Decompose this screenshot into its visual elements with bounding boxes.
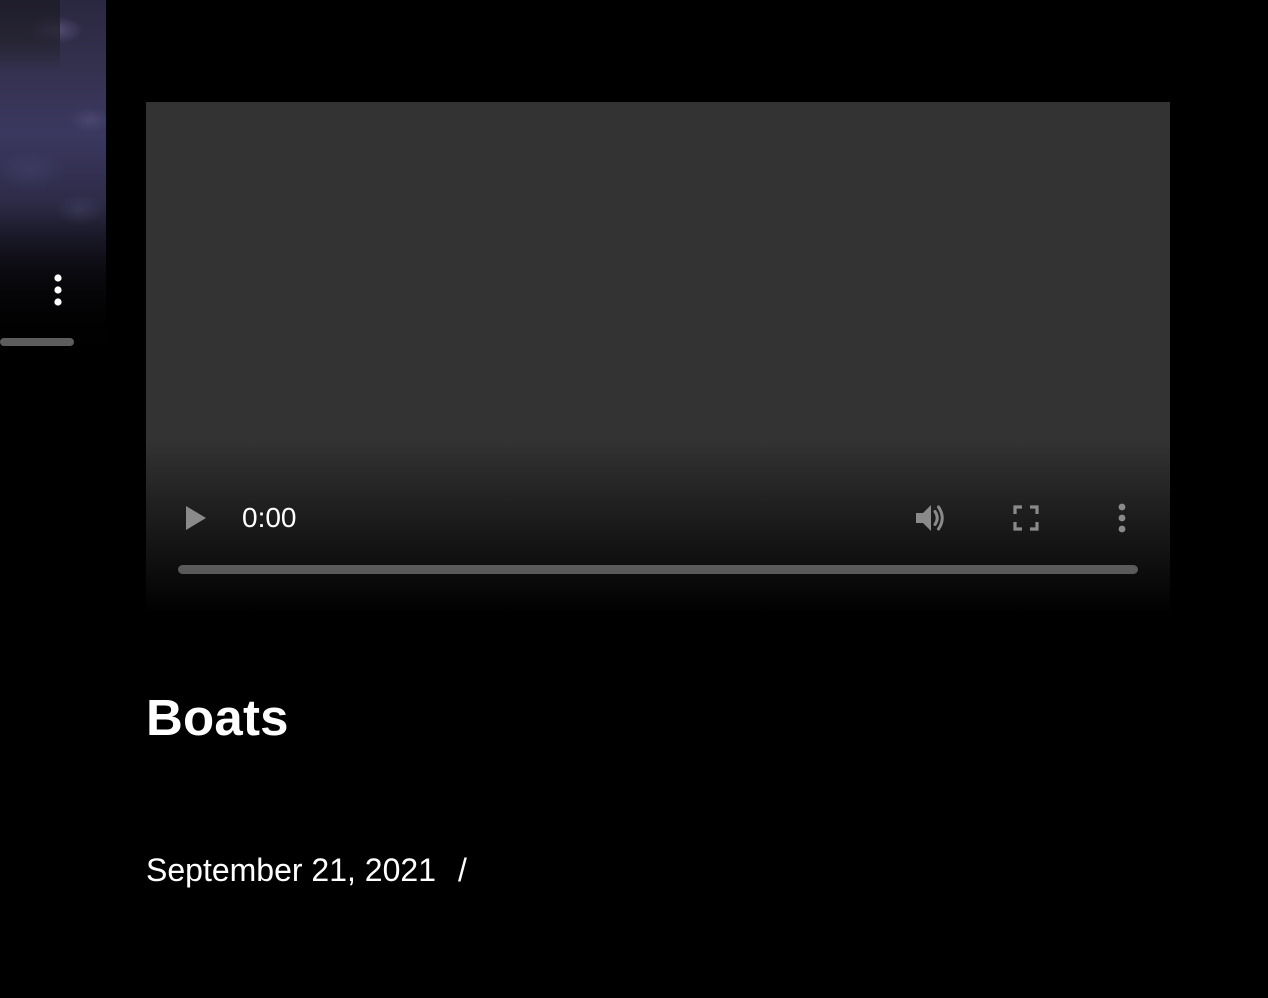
- volume-icon: [916, 505, 944, 531]
- previous-video-player[interactable]: [0, 0, 106, 380]
- volume-button[interactable]: [909, 498, 953, 538]
- fullscreen-icon: [1013, 505, 1039, 531]
- current-time: 0:00: [242, 502, 297, 533]
- play-icon: [186, 506, 206, 530]
- post-date-link[interactable]: September 21, 2021: [146, 850, 436, 890]
- three-dots-vertical-icon: [54, 274, 62, 306]
- seek-bar[interactable]: [178, 565, 1138, 574]
- page: 0:00 Boats September 21, 2021 /: [0, 0, 1268, 998]
- post-title: Boats: [146, 689, 289, 746]
- fullscreen-button[interactable]: [1006, 498, 1046, 538]
- video-player[interactable]: 0:00: [146, 102, 1170, 614]
- more-options-button[interactable]: [1102, 498, 1142, 538]
- previous-video-thumbnail: [0, 0, 106, 380]
- previous-video-more-options-button[interactable]: [48, 272, 68, 308]
- video-controls: 0:00: [146, 102, 1170, 614]
- play-button[interactable]: [176, 498, 216, 538]
- meta-separator: /: [457, 852, 467, 888]
- previous-video-seek-bar[interactable]: [0, 338, 74, 346]
- post-meta: September 21, 2021 /: [146, 850, 467, 890]
- three-dots-vertical-icon: [1118, 503, 1126, 533]
